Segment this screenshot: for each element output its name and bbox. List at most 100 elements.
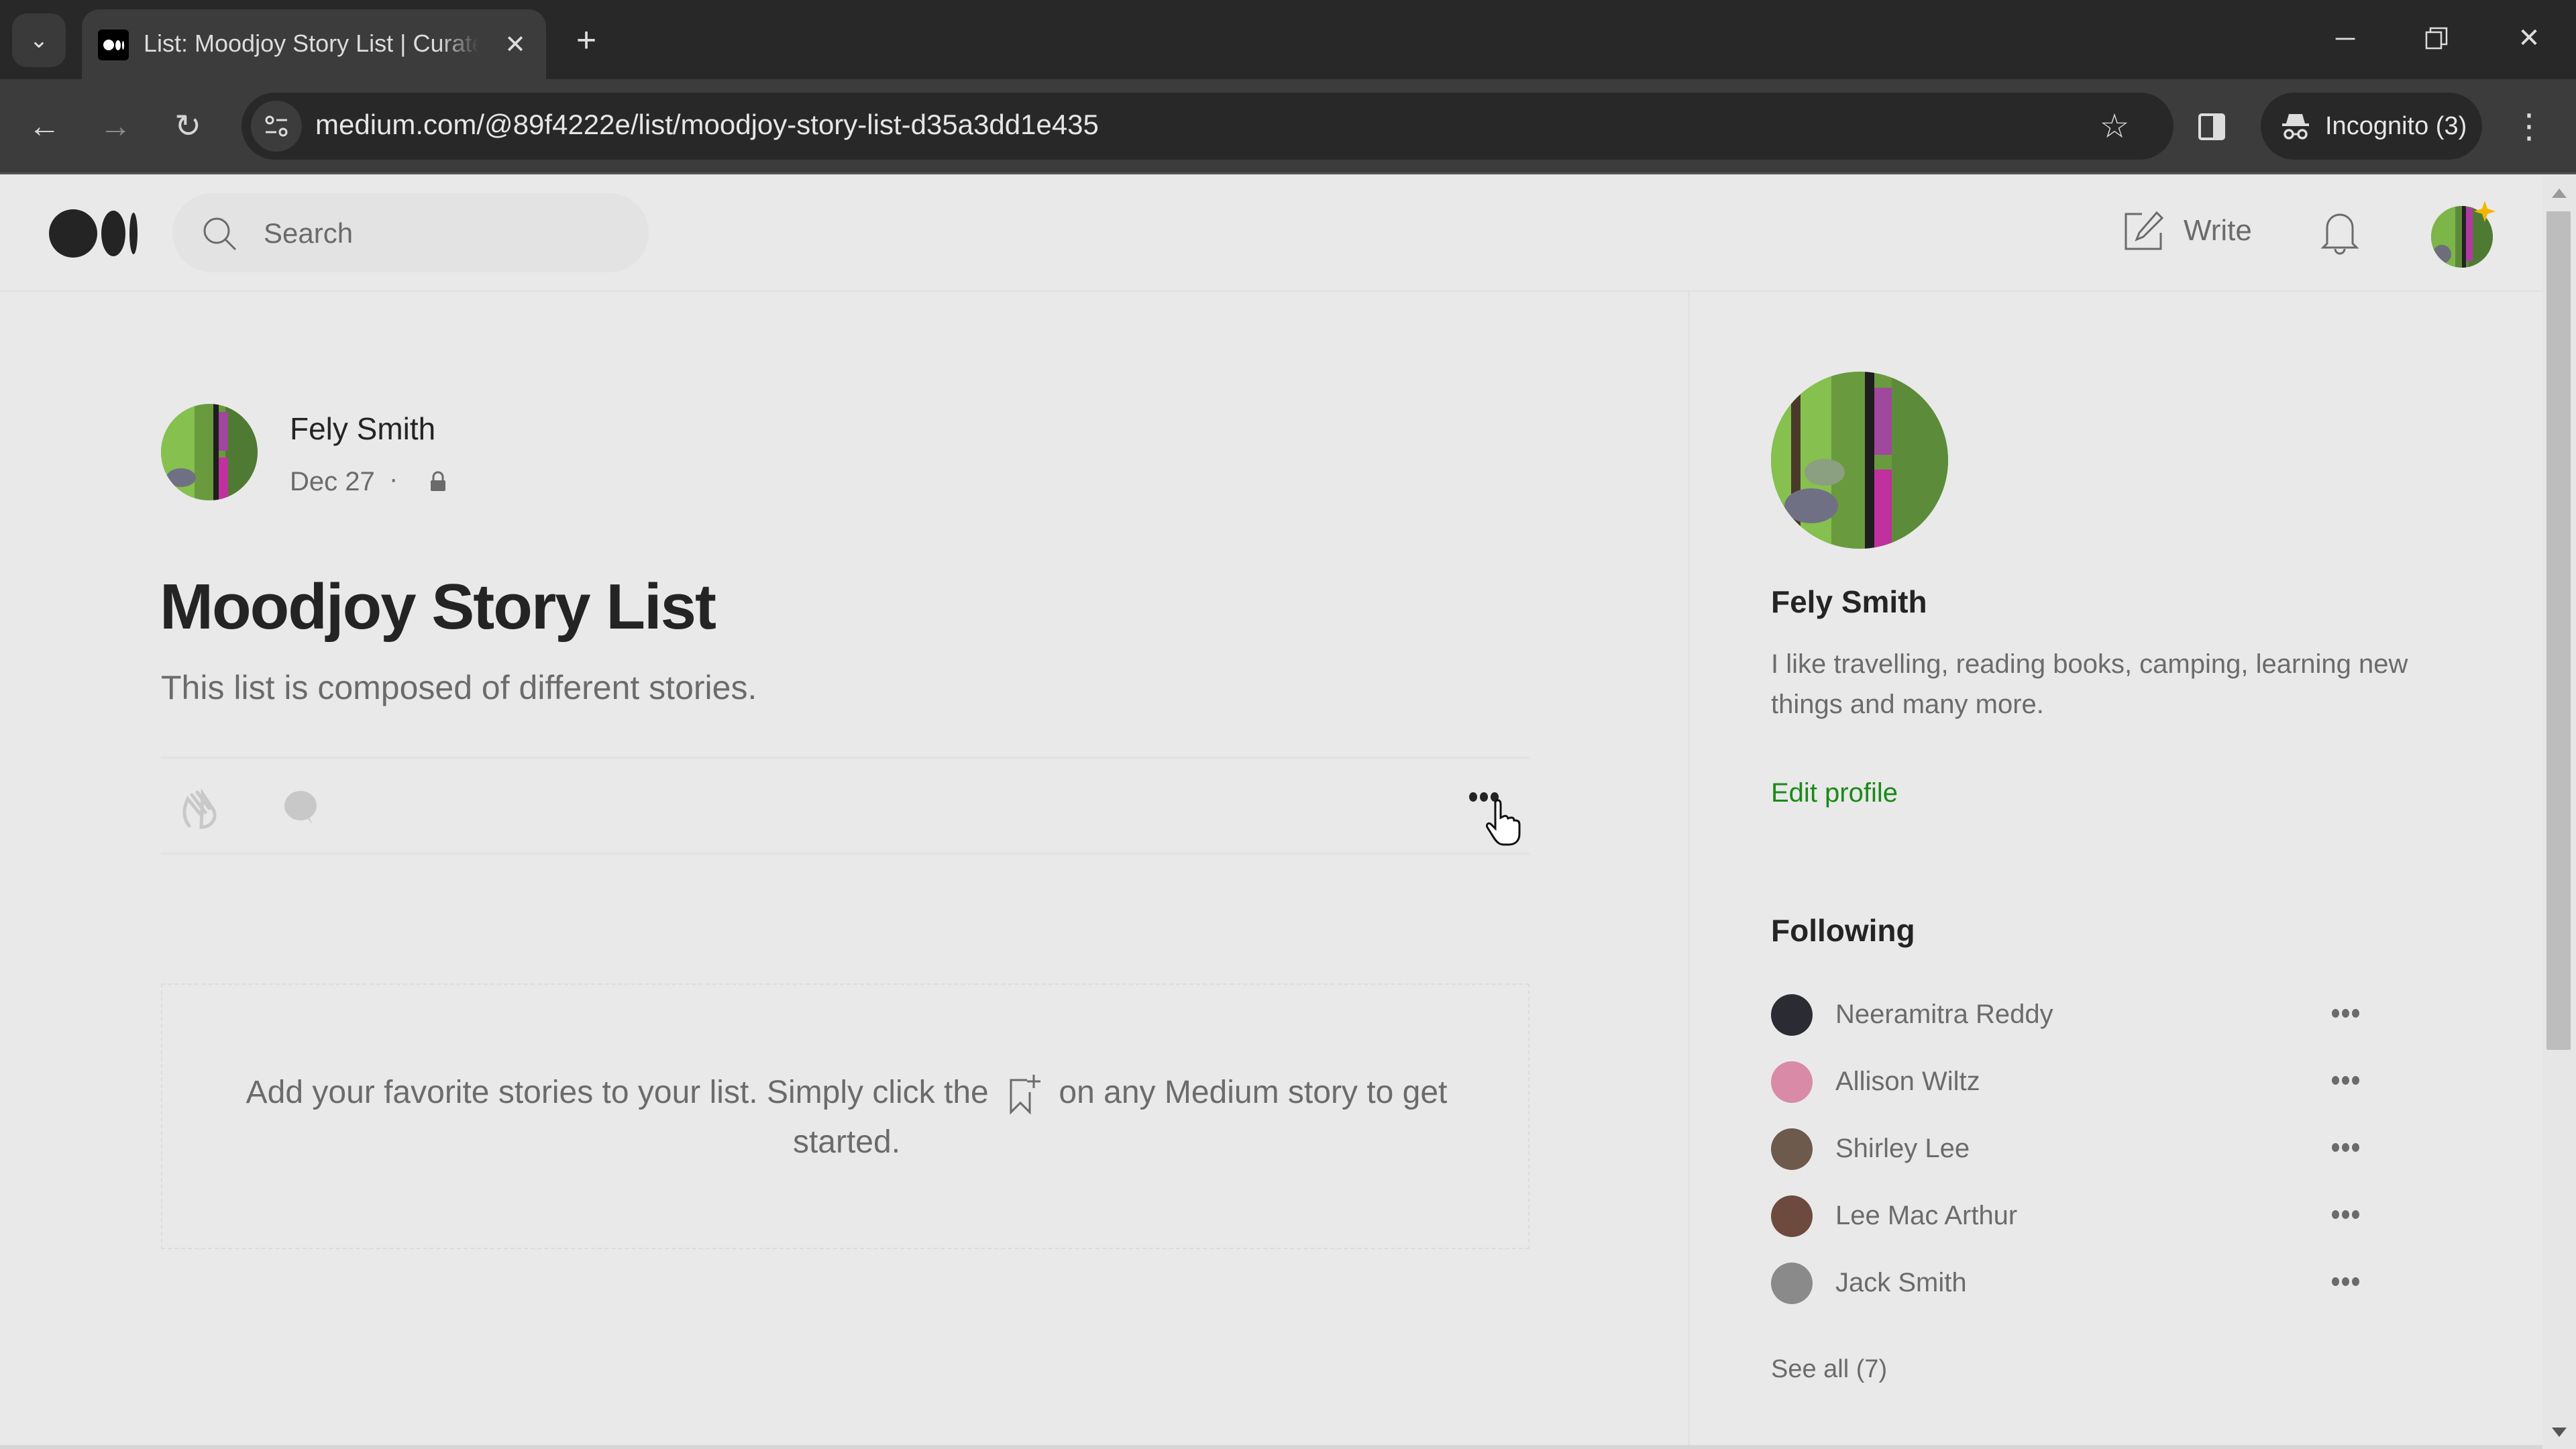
following-avatar[interactable] bbox=[1771, 1195, 1813, 1237]
dot bbox=[1469, 792, 1477, 802]
page-scrollbar[interactable] bbox=[2542, 176, 2576, 1449]
profile-name[interactable]: Fely Smith bbox=[1771, 584, 1927, 620]
profile-bio: I like travelling, reading books, campin… bbox=[1771, 649, 2408, 719]
lock-icon bbox=[431, 471, 445, 491]
bookmark-star-button[interactable]: ☆ bbox=[2093, 105, 2136, 148]
restore-button[interactable] bbox=[2403, 15, 2470, 62]
browser-tab[interactable]: List: Moodjoy Story List | Curated ✕ bbox=[82, 9, 546, 79]
following-name[interactable]: Lee Mac Arthur bbox=[1835, 1201, 2017, 1231]
logo-ellipse-small bbox=[129, 213, 138, 254]
side-panel-button[interactable] bbox=[2188, 103, 2235, 150]
empty-list-placeholder: Add your favorite stories to your list. … bbox=[161, 983, 1529, 1249]
dot bbox=[2352, 1210, 2359, 1219]
url-text[interactable]: medium.com/@89f4222e/list/moodjoy-story-… bbox=[315, 109, 1099, 141]
list-description: This list is composed of different stori… bbox=[161, 669, 757, 706]
search-input[interactable] bbox=[264, 217, 612, 250]
following-item[interactable]: Neeramitra Reddy bbox=[1771, 991, 2375, 1038]
star-icon: ☆ bbox=[2099, 107, 2130, 145]
dot bbox=[2332, 1076, 2339, 1085]
avatar bbox=[161, 404, 258, 500]
following-more-button[interactable] bbox=[2332, 1143, 2359, 1152]
logo-ellipse-medium bbox=[101, 211, 125, 256]
profile-avatar[interactable] bbox=[1771, 372, 1948, 549]
following-avatar[interactable] bbox=[1771, 994, 1813, 1036]
dot bbox=[2352, 1009, 2359, 1018]
search-icon bbox=[203, 217, 237, 251]
meta-separator: · bbox=[389, 464, 398, 494]
scroll-up-arrow-icon[interactable] bbox=[2552, 189, 2567, 198]
column-divider bbox=[1688, 292, 1690, 1449]
following-avatar[interactable] bbox=[1771, 1263, 1813, 1304]
following-more-button[interactable] bbox=[2332, 1076, 2359, 1085]
dot bbox=[2342, 1210, 2349, 1219]
following-more-button[interactable] bbox=[2332, 1277, 2359, 1286]
following-item[interactable]: Allison Wiltz bbox=[1771, 1059, 2375, 1106]
dot bbox=[2352, 1076, 2359, 1085]
search-bar[interactable] bbox=[172, 193, 649, 272]
logo-circle-large bbox=[49, 209, 97, 258]
horizontal-scrollbar bbox=[0, 1445, 2542, 1449]
dot bbox=[2342, 1009, 2349, 1018]
write-icon bbox=[2125, 211, 2164, 250]
minimize-button[interactable]: ─ bbox=[2312, 15, 2379, 62]
dot bbox=[2352, 1143, 2359, 1152]
following-avatar[interactable] bbox=[1771, 1128, 1813, 1170]
hand-cursor-icon bbox=[1486, 799, 1521, 846]
following-name[interactable]: Shirley Lee bbox=[1835, 1134, 1970, 1164]
tab-title: List: Moodjoy Story List | Curated bbox=[144, 30, 479, 57]
dot bbox=[2332, 1009, 2339, 1018]
following-item[interactable]: Lee Mac Arthur bbox=[1771, 1193, 2375, 1240]
user-avatar-button[interactable] bbox=[2428, 201, 2496, 268]
author-avatar[interactable] bbox=[161, 404, 258, 500]
empty-list-message: Add your favorite stories to your list. … bbox=[216, 1068, 1477, 1167]
following-more-button[interactable] bbox=[2332, 1210, 2359, 1219]
following-more-button[interactable] bbox=[2332, 1009, 2359, 1018]
dot bbox=[2332, 1210, 2339, 1219]
following-item[interactable]: Jack Smith bbox=[1771, 1260, 2375, 1307]
arrow-left-icon: ← bbox=[28, 108, 60, 144]
following-name[interactable]: Neeramitra Reddy bbox=[1835, 1000, 2053, 1030]
incognito-label: Incognito (3) bbox=[2325, 111, 2467, 140]
new-tab-button[interactable]: + bbox=[565, 19, 608, 62]
following-item[interactable]: Shirley Lee bbox=[1771, 1126, 2375, 1173]
back-button[interactable]: ← bbox=[17, 99, 71, 153]
scrollbar-thumb[interactable] bbox=[2546, 211, 2571, 1050]
scroll-down-arrow-icon[interactable] bbox=[2552, 1428, 2567, 1437]
minimize-icon: ─ bbox=[2335, 23, 2355, 53]
medium-logo[interactable] bbox=[49, 209, 138, 258]
close-icon: ✕ bbox=[2518, 23, 2540, 53]
comment-icon[interactable] bbox=[282, 788, 319, 827]
write-button[interactable]: Write bbox=[2123, 210, 2252, 252]
edit-profile-link[interactable]: Edit profile bbox=[1771, 778, 1898, 808]
following-avatar[interactable] bbox=[1771, 1061, 1813, 1103]
following-name[interactable]: Jack Smith bbox=[1835, 1268, 1967, 1298]
dot bbox=[2352, 1277, 2359, 1286]
browser-toolbar: ← → ↻ medium.com/@89f4222e/list/moodjoy-… bbox=[0, 79, 2576, 174]
avatar bbox=[1771, 372, 1948, 549]
browser-menu-button[interactable]: ⋮ bbox=[2509, 99, 2549, 153]
reload-button[interactable]: ↻ bbox=[161, 99, 215, 153]
close-window-button[interactable]: ✕ bbox=[2496, 15, 2563, 62]
write-label: Write bbox=[2184, 214, 2252, 247]
empty-text-start: Add your favorite stories to your list. … bbox=[246, 1075, 989, 1110]
arrow-right-icon: → bbox=[99, 108, 131, 144]
incognito-indicator[interactable]: Incognito (3) bbox=[2261, 93, 2482, 160]
dot bbox=[2332, 1143, 2339, 1152]
list-date: Dec 27 bbox=[290, 467, 375, 496]
author-name[interactable]: Fely Smith bbox=[290, 411, 435, 447]
dot bbox=[2342, 1277, 2349, 1286]
site-info-button[interactable] bbox=[251, 101, 302, 152]
notifications-button[interactable] bbox=[2318, 209, 2362, 260]
avatar bbox=[2431, 201, 2496, 268]
clap-icon[interactable] bbox=[180, 787, 220, 830]
following-name[interactable]: Allison Wiltz bbox=[1835, 1067, 1980, 1097]
restore-icon bbox=[2425, 27, 2448, 50]
close-icon: ✕ bbox=[504, 30, 526, 59]
tab-list-button[interactable]: ⌄ bbox=[12, 13, 66, 67]
forward-button[interactable]: → bbox=[89, 99, 142, 153]
plus-icon: + bbox=[576, 21, 597, 60]
address-bar[interactable]: medium.com/@89f4222e/list/moodjoy-story-… bbox=[241, 93, 2174, 160]
kebab-menu-icon: ⋮ bbox=[2512, 107, 2546, 145]
see-all-following-link[interactable]: See all (7) bbox=[1771, 1355, 1887, 1384]
close-tab-button[interactable]: ✕ bbox=[496, 25, 534, 63]
